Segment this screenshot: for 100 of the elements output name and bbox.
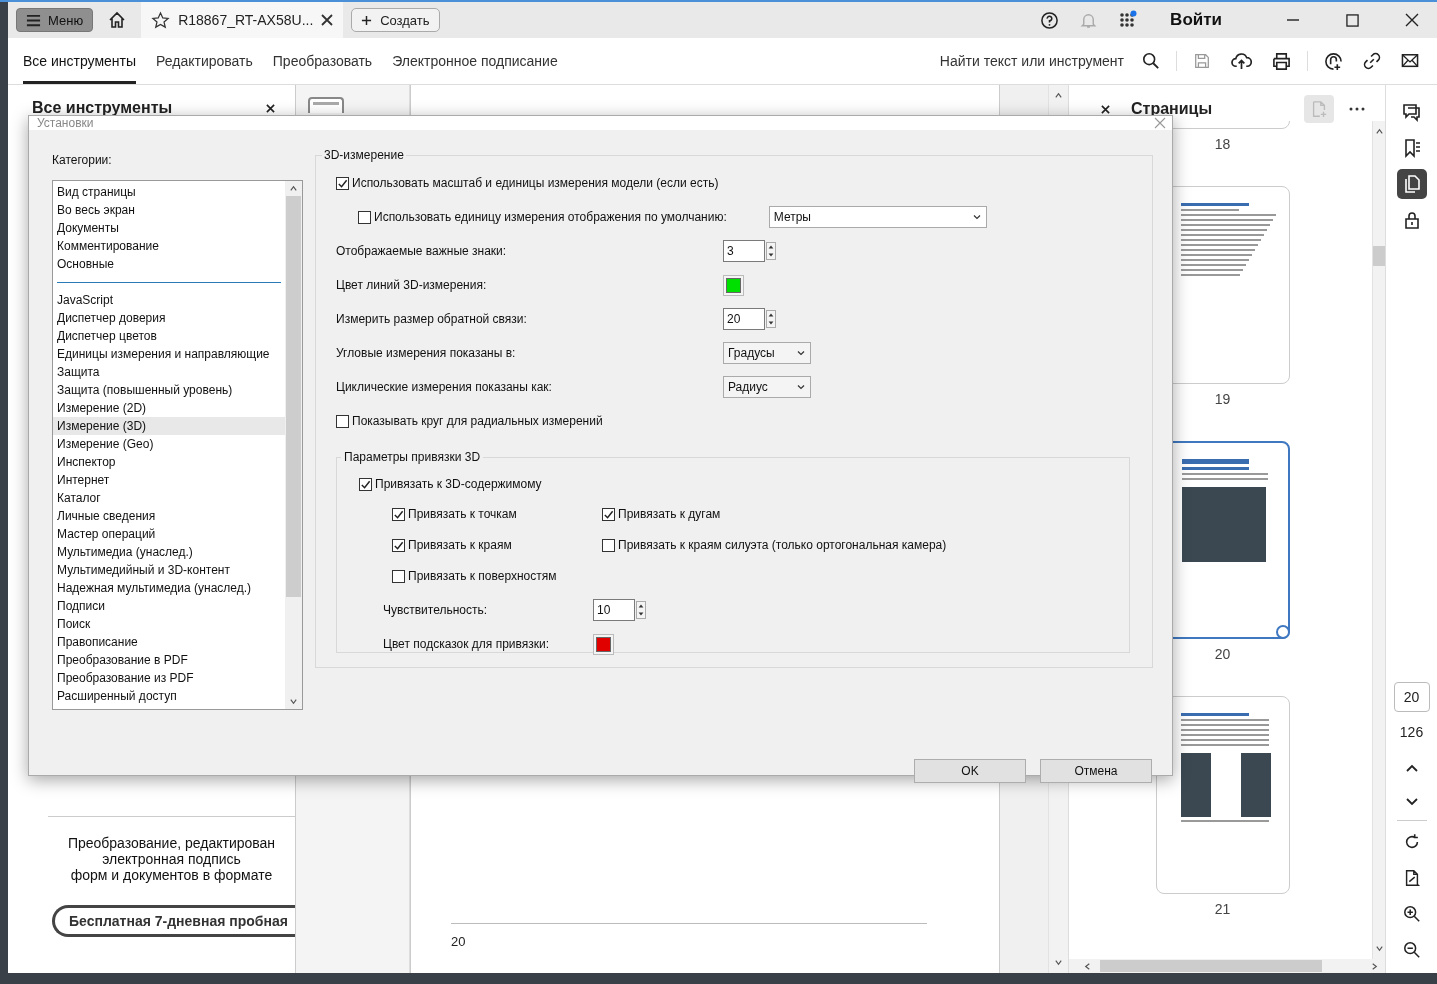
number-field[interactable]: 3 bbox=[723, 240, 765, 262]
dropdown[interactable]: Метры bbox=[768, 206, 987, 228]
trial-button[interactable]: Бесплатная 7-дневная пробная bbox=[52, 905, 295, 937]
category-item[interactable]: Защита (повышенный уровень) bbox=[53, 381, 285, 399]
scrollbar[interactable] bbox=[285, 181, 302, 709]
category-item[interactable]: Измерение (3D) bbox=[53, 417, 285, 435]
page-thumbnail-icon[interactable] bbox=[308, 97, 344, 113]
scroll-right-icon[interactable] bbox=[1370, 961, 1379, 971]
dropdown[interactable]: Радиус bbox=[723, 376, 811, 398]
apps-grid-icon[interactable] bbox=[1118, 10, 1139, 30]
category-item[interactable]: Каталог bbox=[53, 489, 285, 507]
document-tab[interactable]: R18867_RT-AX58U... bbox=[141, 2, 344, 38]
category-item[interactable]: JavaScript bbox=[53, 291, 285, 309]
maximize-icon[interactable] bbox=[1346, 13, 1359, 27]
add-user-icon[interactable] bbox=[1324, 51, 1343, 71]
category-item[interactable]: Надежная мультимедиа (унаслед.) bbox=[53, 579, 285, 597]
scroll-up-icon[interactable] bbox=[1054, 91, 1063, 100]
more-icon[interactable] bbox=[1349, 107, 1365, 111]
category-item[interactable]: Вид страницы bbox=[53, 183, 285, 201]
zoom-in-icon[interactable] bbox=[1402, 905, 1421, 923]
number-field[interactable]: 20 bbox=[723, 308, 765, 330]
checkbox[interactable] bbox=[358, 210, 371, 224]
scroll-thumb[interactable] bbox=[1373, 246, 1385, 266]
decrement-arrow-icon[interactable] bbox=[767, 319, 775, 327]
nav-tab[interactable]: Электронное подписание bbox=[392, 38, 558, 84]
scroll-up-icon[interactable] bbox=[289, 184, 298, 193]
category-item[interactable]: Измерение (Geo) bbox=[53, 435, 285, 453]
scroll-thumb[interactable] bbox=[1100, 960, 1322, 972]
category-item[interactable]: Преобразование из PDF bbox=[53, 669, 285, 687]
checkbox[interactable] bbox=[392, 507, 405, 521]
pages-button[interactable] bbox=[1396, 169, 1427, 199]
category-item[interactable]: Защита bbox=[53, 363, 285, 381]
mail-icon[interactable] bbox=[1401, 53, 1419, 69]
category-item[interactable]: Мастер операций bbox=[53, 525, 285, 543]
scroll-down-icon[interactable] bbox=[1374, 944, 1384, 953]
link-icon[interactable] bbox=[1363, 52, 1381, 70]
category-item[interactable]: Комментирование bbox=[53, 237, 285, 255]
close-icon[interactable] bbox=[321, 14, 334, 26]
page-number-field[interactable]: 20 bbox=[1393, 682, 1430, 712]
search-label[interactable]: Найти текст или инструмент bbox=[939, 53, 1124, 69]
star-icon[interactable] bbox=[151, 10, 171, 30]
category-item[interactable]: Диспетчер доверия bbox=[53, 309, 285, 327]
category-item[interactable]: Документы bbox=[53, 219, 285, 237]
search-icon[interactable] bbox=[1142, 52, 1160, 70]
increment-arrow-icon[interactable] bbox=[767, 243, 775, 251]
help-icon[interactable] bbox=[1040, 10, 1060, 30]
cloud-upload-icon[interactable] bbox=[1231, 51, 1252, 71]
print-icon[interactable] bbox=[1272, 51, 1291, 71]
checkbox[interactable] bbox=[392, 538, 405, 552]
spin-buttons[interactable] bbox=[766, 310, 776, 328]
category-list[interactable] bbox=[52, 180, 303, 710]
decrement-arrow-icon[interactable] bbox=[767, 251, 775, 259]
save-icon[interactable] bbox=[1193, 52, 1211, 70]
scroll-down-icon[interactable] bbox=[1054, 958, 1063, 967]
nav-tab[interactable]: Редактировать bbox=[156, 38, 253, 84]
menu-button[interactable]: Меню bbox=[16, 8, 94, 32]
scroll-left-icon[interactable] bbox=[1083, 961, 1092, 971]
category-item[interactable]: Личные сведения bbox=[53, 507, 285, 525]
category-item[interactable]: Интернет bbox=[53, 471, 285, 489]
category-item[interactable]: Инспектор bbox=[53, 453, 285, 471]
scrollbar[interactable] bbox=[1069, 959, 1385, 973]
category-item[interactable]: Расширенный доступ bbox=[53, 687, 285, 705]
close-icon[interactable] bbox=[1405, 13, 1419, 27]
checkbox[interactable] bbox=[336, 176, 349, 190]
checkbox[interactable] bbox=[392, 569, 405, 583]
nav-tab[interactable]: Преобразовать bbox=[272, 38, 373, 84]
zoom-out-icon[interactable] bbox=[1402, 941, 1421, 959]
dialog-button[interactable]: Отмена bbox=[1040, 759, 1152, 783]
category-item[interactable]: Правописание bbox=[53, 633, 285, 651]
checkbox[interactable] bbox=[336, 414, 349, 428]
nav-tab[interactable]: Все инструменты bbox=[23, 38, 137, 84]
scroll-thumb[interactable] bbox=[286, 196, 301, 597]
close-icon[interactable] bbox=[266, 103, 275, 113]
checkbox[interactable] bbox=[602, 538, 615, 552]
spin-buttons[interactable] bbox=[766, 242, 776, 260]
category-item[interactable]: Основные bbox=[53, 255, 285, 273]
increment-arrow-icon[interactable] bbox=[767, 311, 775, 319]
category-item[interactable]: Подписи bbox=[53, 597, 285, 615]
scrollbar[interactable] bbox=[1372, 121, 1385, 959]
category-item[interactable]: Диспетчер цветов bbox=[53, 327, 285, 345]
increment-arrow-icon[interactable] bbox=[637, 602, 645, 610]
dialog-button[interactable]: OK bbox=[914, 759, 1026, 783]
category-item[interactable]: Во весь экран bbox=[53, 201, 285, 219]
scroll-up-icon[interactable] bbox=[1374, 127, 1384, 136]
number-field[interactable]: 10 bbox=[593, 599, 635, 621]
close-icon[interactable] bbox=[1101, 104, 1110, 114]
sign-in-button[interactable]: Войти bbox=[1164, 9, 1228, 31]
spin-buttons[interactable] bbox=[636, 601, 646, 619]
checkbox[interactable] bbox=[359, 477, 372, 491]
checkbox[interactable] bbox=[602, 507, 615, 521]
category-item[interactable]: Единицы измерения и направляющие bbox=[53, 345, 285, 363]
decrement-arrow-icon[interactable] bbox=[637, 610, 645, 618]
create-button[interactable]: Создать bbox=[351, 8, 440, 32]
category-item[interactable]: Преобразование в PDF bbox=[53, 651, 285, 669]
category-item[interactable]: Измерение (2D) bbox=[53, 399, 285, 417]
page-thumbnail[interactable] bbox=[1155, 696, 1290, 894]
scroll-down-icon[interactable] bbox=[289, 697, 298, 706]
category-item[interactable]: Поиск bbox=[53, 615, 285, 633]
dropdown[interactable]: Градусы bbox=[723, 342, 811, 364]
category-item[interactable]: Мультимедиа (унаслед.) bbox=[53, 543, 285, 561]
